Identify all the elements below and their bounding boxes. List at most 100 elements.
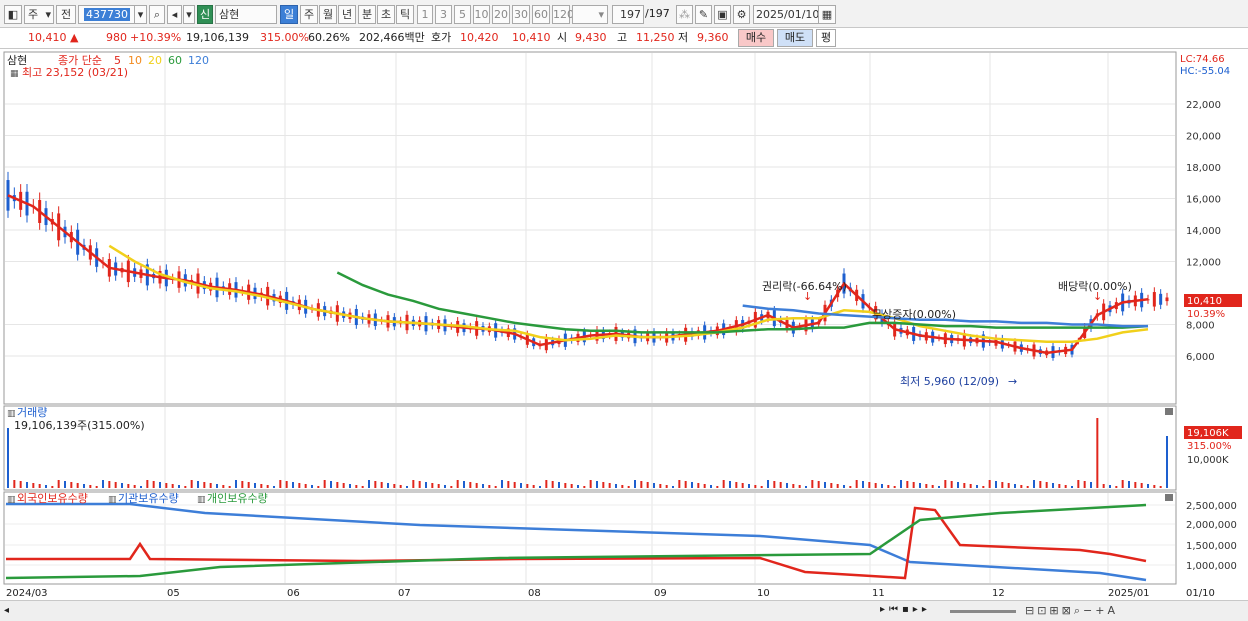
- low-marker-label: 최저 5,960 (12/09): [900, 375, 999, 388]
- stock-code-input[interactable]: 437730: [78, 5, 136, 24]
- view-tools[interactable]: ⊟⊡⊞⊠⌕−+A: [1025, 604, 1118, 618]
- volume-bar: [133, 485, 136, 488]
- interval-button-5[interactable]: 5: [454, 5, 471, 24]
- volume-bar: [824, 482, 826, 488]
- save-icon[interactable]: ▣: [714, 5, 731, 24]
- interval-button-3[interactable]: 3: [435, 5, 452, 24]
- interval-button-60[interactable]: 60: [532, 5, 550, 24]
- period-button-6[interactable]: 틱: [396, 5, 414, 24]
- volume-bar: [969, 484, 972, 488]
- volume-bar: [773, 481, 776, 488]
- volume-bar: [311, 485, 313, 488]
- interval-button-10[interactable]: 10: [473, 5, 490, 24]
- volume-bar: [520, 483, 522, 488]
- volume-bar: [1052, 483, 1054, 488]
- holding-pane: [3, 491, 1177, 585]
- volume-bar: [241, 481, 244, 488]
- volume-bar: [893, 486, 896, 488]
- volume-bar: [849, 486, 852, 488]
- volume-bar: [1121, 480, 1124, 488]
- ma-period-10: 10: [128, 54, 142, 67]
- close-pane-icon[interactable]: [1165, 408, 1173, 415]
- chart-scrollbar[interactable]: ◂ ▸⏮▪▸▸ ⊟⊡⊞⊠⌕−+A: [0, 600, 1248, 621]
- calendar-icon[interactable]: ▦: [818, 5, 836, 24]
- volume-pane-title: 거래량: [17, 406, 47, 419]
- buy-button[interactable]: 매수: [738, 29, 774, 47]
- volume-bar: [463, 481, 465, 488]
- market-select[interactable]: 주 ▾: [24, 5, 54, 24]
- volume-bar: [444, 485, 446, 488]
- count-input[interactable]: 197: [612, 5, 644, 24]
- interval-button-30[interactable]: 30: [512, 5, 530, 24]
- turnover-rate: 60.26%: [308, 31, 350, 44]
- period-button-0[interactable]: 일: [280, 5, 298, 24]
- current-price: 10,410 ▲: [28, 31, 78, 45]
- toolbar: ◧ 주 ▾ 전 437730 ▾ ⌕ ◂ ▾ 신 삼현 일주월년분초틱 1 3 5 10…: [0, 0, 1248, 28]
- volume-bar: [551, 481, 554, 488]
- interval-button-1[interactable]: 1: [417, 5, 433, 24]
- volume-bar: [26, 482, 28, 488]
- count-total: /197: [645, 7, 670, 20]
- volume-bar: [1001, 482, 1004, 488]
- eval-button[interactable]: 평: [816, 29, 836, 47]
- up-triangle-icon: ▲: [70, 31, 79, 44]
- date-input[interactable]: 2025/01/10: [753, 5, 819, 24]
- ask-label: 호가: [431, 31, 452, 44]
- playback-controls[interactable]: ▸⏮▪▸▸: [880, 604, 931, 615]
- foreign-holding-legend: 외국인보유수량: [17, 492, 88, 505]
- grid-icon[interactable]: ⁂: [676, 5, 693, 24]
- interval-button-120[interactable]: 120: [552, 5, 574, 24]
- zoom-slider[interactable]: [950, 610, 1016, 613]
- volume-bar: [1166, 436, 1168, 488]
- period-button-4[interactable]: 분: [358, 5, 376, 24]
- chevron-down-icon: ▾: [45, 8, 51, 21]
- search-icon[interactable]: ⌕: [149, 5, 165, 24]
- speaker-icon[interactable]: ◂: [167, 5, 182, 24]
- volume-bar: [634, 480, 636, 488]
- volume-bar: [925, 484, 928, 488]
- volume-bar: [659, 484, 662, 488]
- volume-bar: [912, 482, 915, 488]
- volume-bar: [995, 481, 997, 488]
- volume-bar: [1083, 481, 1086, 488]
- volume-bar: [292, 482, 294, 488]
- stock-name-field[interactable]: 삼현: [215, 5, 277, 24]
- volume-bar: [190, 480, 193, 488]
- chevron-down-icon[interactable]: ▾: [134, 5, 147, 24]
- volume-bar: [1102, 484, 1105, 488]
- volume-bar: [1071, 486, 1073, 488]
- stock-chart[interactable]: 22,000 20,000 18,000 16,000 14,000 12,000 8,00…: [0, 50, 1248, 621]
- sell-button[interactable]: 매도: [777, 29, 813, 47]
- custom-interval-input[interactable]: ▾: [572, 5, 608, 24]
- volume-bar: [855, 480, 858, 488]
- chart-window-icon[interactable]: ◧: [4, 5, 22, 24]
- period-button-2[interactable]: 월: [319, 5, 337, 24]
- scroll-left-icon[interactable]: ◂: [4, 605, 9, 616]
- period-button-5[interactable]: 초: [377, 5, 395, 24]
- period-button-1[interactable]: 주: [300, 5, 318, 24]
- volume-bar: [494, 486, 497, 488]
- calendar-icon[interactable]: ▦: [10, 69, 19, 79]
- chevron-down-icon[interactable]: ▾: [183, 5, 195, 24]
- candle-body: [1159, 293, 1163, 305]
- gear-icon[interactable]: ⚙: [733, 5, 750, 24]
- volume-bar: [748, 484, 750, 488]
- x-axis-label: 10: [757, 588, 770, 599]
- volume-bar: [735, 482, 738, 488]
- volume-bar: [1140, 483, 1143, 488]
- volume-bar: [558, 482, 560, 488]
- volume-bar: [355, 485, 358, 488]
- volume-bar: [539, 486, 541, 488]
- close-pane-icon[interactable]: [1165, 494, 1173, 501]
- x-axis-labels: 2024/03 05 06 07 08 09 10 11 12 2025/01 01/10: [6, 588, 1215, 599]
- interval-button-20[interactable]: 20: [492, 5, 510, 24]
- volume-bar: [38, 484, 41, 488]
- volume-bar: [336, 482, 339, 488]
- tools-icon[interactable]: ✎: [695, 5, 712, 24]
- volume-bar: [209, 483, 212, 488]
- period-button-3[interactable]: 년: [338, 5, 356, 24]
- volume-bar: [646, 482, 649, 488]
- period-label[interactable]: 전: [56, 5, 76, 24]
- volume-tag-text: 19,106K: [1187, 428, 1229, 439]
- price-change-pct: +10.39%: [130, 31, 182, 44]
